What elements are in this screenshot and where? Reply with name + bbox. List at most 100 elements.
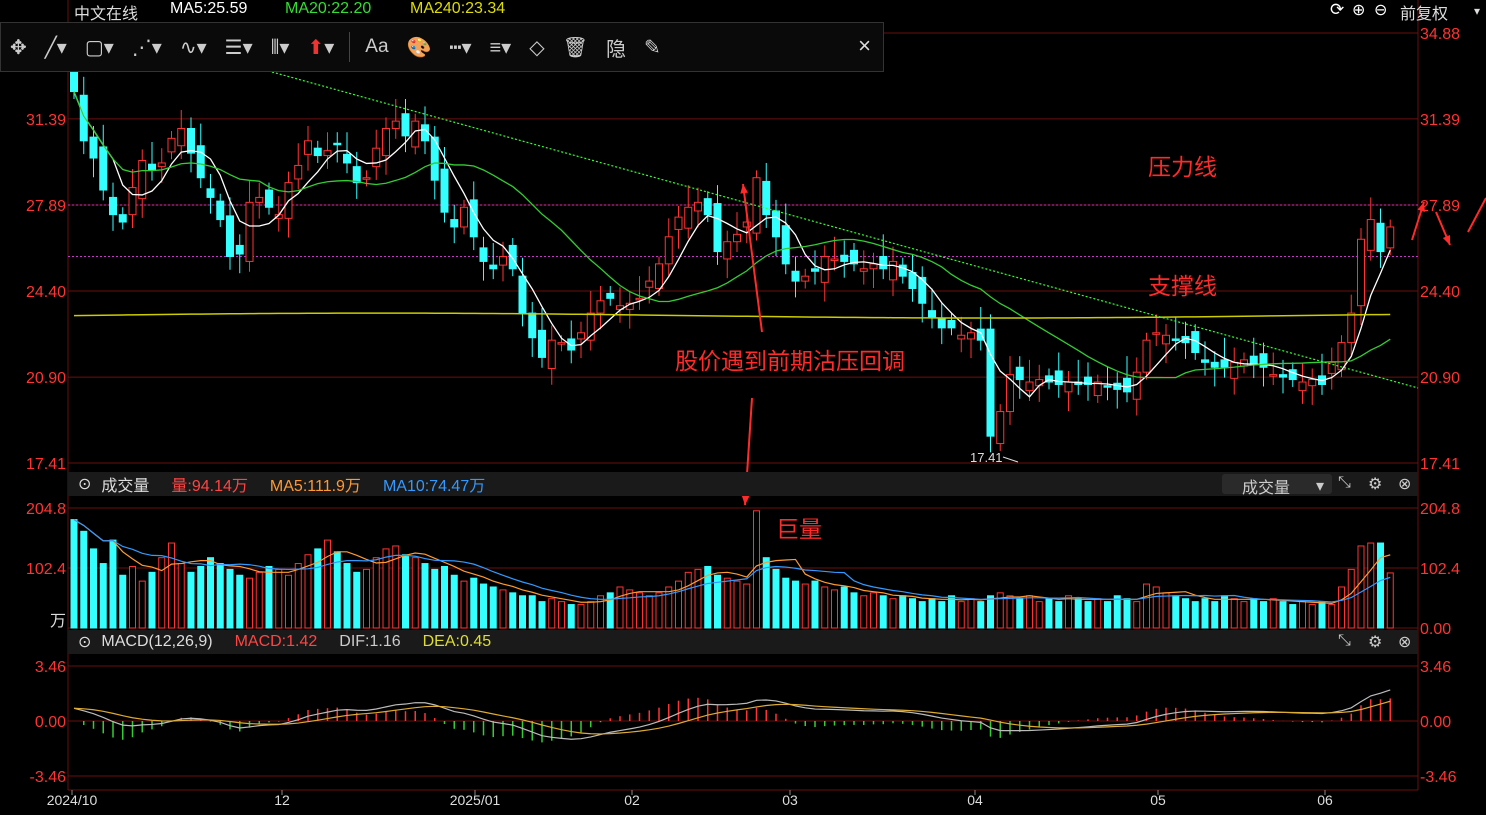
volume-bar	[99, 563, 107, 629]
rectangle-icon[interactable]: ▢▾	[85, 35, 114, 60]
expand-volume-icon[interactable]: ⤡	[1338, 474, 1351, 492]
candle-body	[947, 319, 956, 329]
wave-icon[interactable]: ∿▾	[180, 35, 207, 60]
ma240-readout: MA240:23.34	[410, 0, 506, 17]
x-axis-tick: 06	[1317, 792, 1333, 808]
macd-axis-tick-left: 3.46	[35, 659, 66, 676]
volume-bar	[411, 557, 419, 629]
fib-icon[interactable]: ☰▾	[225, 35, 253, 60]
macd-axis-tick-left: 0.00	[35, 714, 66, 731]
zoom-in-icon[interactable]: ⊕	[1352, 0, 1365, 20]
hide-icon[interactable]: 隐	[606, 33, 626, 62]
close-toolbar-button[interactable]: ×	[858, 33, 871, 59]
volume-bar	[1386, 572, 1394, 629]
candle-body	[1201, 359, 1209, 363]
price-low-label: 17.41	[970, 450, 1003, 465]
volume-bar	[1299, 601, 1306, 629]
volume-bar	[821, 586, 829, 629]
candle-body	[937, 317, 946, 329]
candle-body	[1152, 332, 1161, 335]
volume-bar	[1201, 598, 1209, 629]
candle-body	[645, 280, 654, 288]
volume-settings-icon[interactable]: ⚙	[1368, 474, 1382, 494]
candle-body	[265, 189, 273, 208]
pullback-annotation: 股价遇到前期沽压回调	[675, 348, 905, 374]
zoom-out-icon[interactable]: ⊖	[1374, 0, 1387, 20]
price-axis-tick-left: 31.39	[26, 112, 66, 129]
candle-body	[1054, 370, 1063, 385]
macd-axis-tick-right: 0.00	[1420, 714, 1451, 731]
arrow-up-icon[interactable]: ⬆▾	[307, 35, 334, 60]
volume-bar	[1035, 601, 1043, 629]
trash-icon[interactable]: 🗑	[563, 35, 588, 60]
line-draw-icon[interactable]: ╱▾	[45, 35, 67, 60]
crosshair-icon[interactable]: ✥	[10, 35, 27, 60]
collapse-macd-icon[interactable]: ⊙	[78, 632, 91, 652]
candle-body	[528, 312, 537, 339]
collapse-volume-icon[interactable]: ⊙	[78, 474, 91, 494]
volume-bar	[1211, 601, 1219, 629]
candle-body	[479, 247, 488, 262]
candle-body	[762, 180, 771, 216]
candle-body	[391, 120, 400, 130]
macd-readout: MACD:1.42	[234, 633, 318, 650]
adjust-selector[interactable]: 前复权	[1400, 0, 1448, 24]
price-axis-tick-right: 31.39	[1420, 112, 1460, 129]
volume-bar	[90, 548, 97, 629]
volume-bar	[782, 577, 790, 629]
volume-bar	[382, 548, 390, 629]
candle-body	[684, 206, 693, 229]
volume-bar	[1328, 604, 1336, 629]
adjust-dropdown-icon[interactable]: ▾	[1474, 4, 1480, 18]
volume-bar	[587, 601, 595, 629]
refresh-icon[interactable]: ⟳	[1330, 0, 1344, 20]
indicator-selector[interactable]: 成交量 ▾	[1222, 474, 1332, 497]
volume-bar	[70, 519, 78, 629]
edge-arrow	[1467, 197, 1486, 233]
dif-line	[73, 689, 1391, 740]
candle-body	[957, 334, 966, 340]
text-icon[interactable]: Aa	[365, 36, 388, 58]
pen-icon[interactable]: ✎	[644, 35, 661, 60]
eraser-icon[interactable]: ◇	[529, 35, 544, 60]
volume-bar	[1162, 592, 1170, 629]
huge-volume-annotation: 巨量	[776, 516, 822, 542]
volume-bar	[216, 563, 224, 629]
ma20-readout: MA20:22.20	[285, 0, 372, 17]
candle-body	[89, 136, 98, 159]
palette-icon[interactable]: 🎨	[407, 35, 432, 60]
candle-body	[772, 210, 780, 238]
close-volume-icon[interactable]: ⊗	[1398, 474, 1411, 494]
line-style-icon[interactable]: ┅▾	[449, 35, 471, 60]
volume-bar	[285, 574, 292, 629]
expand-macd-icon[interactable]: ⤡	[1338, 632, 1351, 650]
volume-bar	[597, 595, 604, 629]
close-macd-icon[interactable]: ⊗	[1398, 632, 1411, 652]
volume-bar	[1289, 604, 1297, 629]
volume-bar	[255, 571, 263, 629]
macd-settings-icon[interactable]: ⚙	[1368, 632, 1382, 652]
stock-chart[interactable]: 34.8834.8831.3931.3927.8927.8924.4024.40…	[0, 0, 1486, 815]
ma240-line	[73, 312, 1391, 319]
candle-body	[1230, 361, 1239, 379]
volume-bar	[1338, 586, 1345, 629]
x-axis-tick: 12	[274, 792, 290, 808]
price-axis-tick-right: 24.40	[1420, 284, 1460, 301]
candle-body	[79, 94, 88, 142]
line-width-icon[interactable]: ≡▾	[490, 35, 512, 60]
volume-bar	[1269, 598, 1277, 629]
channel-icon[interactable]: ⦀▾	[271, 35, 290, 60]
candle-body	[255, 196, 264, 203]
volume-bar	[1045, 598, 1053, 629]
volume-ma5-readout: MA5:111.9万	[269, 478, 361, 495]
candle-body	[1357, 238, 1365, 307]
candle-body	[928, 310, 936, 319]
candle-body	[109, 196, 117, 216]
volume-bar	[402, 554, 409, 629]
candle-body	[733, 233, 741, 243]
volume-bar	[957, 601, 965, 629]
volume-axis-tick-right: 0.00	[1420, 621, 1451, 638]
candle-body	[469, 199, 478, 238]
polyline-icon[interactable]: ⋰▾	[132, 35, 162, 60]
volume-ma10-readout: MA10:74.47万	[382, 478, 486, 495]
